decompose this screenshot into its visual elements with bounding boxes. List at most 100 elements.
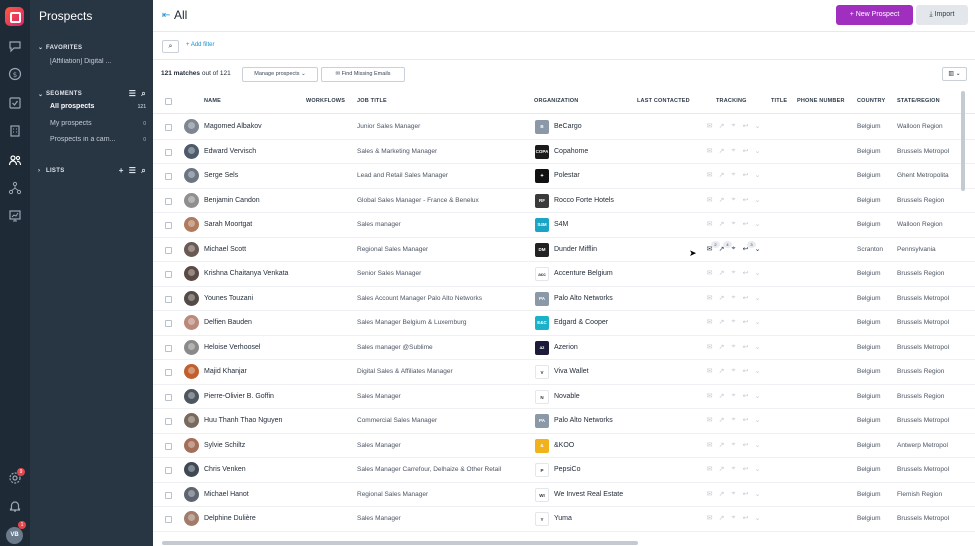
prospect-avatar[interactable] — [184, 364, 199, 379]
table-row[interactable]: Majid Khanjar Digital Sales & Affiliates… — [153, 360, 975, 385]
chevron-down-icon[interactable]: ⌄ — [753, 392, 762, 400]
user-avatar[interactable]: VB — [6, 527, 23, 544]
import-button[interactable]: ⤓ Import — [916, 5, 968, 25]
table-row[interactable]: Edward Vervisch Sales & Marketing Manage… — [153, 140, 975, 164]
chevron-down-icon[interactable]: ⌄ — [753, 196, 762, 204]
new-prospect-button[interactable]: + New Prospect — [836, 5, 913, 25]
people-icon[interactable] — [8, 153, 22, 167]
prospect-name[interactable]: Majid Khanjar — [204, 368, 247, 375]
organization-name[interactable]: Viva Wallet — [554, 368, 589, 375]
lists-section-header[interactable]: › LISTS + ☰ ⌕ — [38, 166, 146, 176]
organization-name[interactable]: Palo Alto Networks — [554, 417, 613, 424]
location-icon[interactable]: ⌖ — [729, 514, 738, 522]
organization-name[interactable]: Polestar — [554, 172, 580, 179]
row-checkbox[interactable] — [165, 222, 172, 229]
organization-name[interactable]: Palo Alto Networks — [554, 295, 613, 302]
link-clicked-icon[interactable]: ↗ — [717, 343, 726, 351]
link-clicked-icon[interactable]: ↗ — [717, 147, 726, 155]
row-checkbox[interactable] — [165, 491, 172, 499]
prospect-avatar[interactable] — [184, 168, 199, 183]
email-opened-icon[interactable]: ✉ — [705, 343, 714, 351]
location-icon[interactable]: ⌖ — [729, 220, 738, 228]
organization-name[interactable]: Novable — [554, 393, 580, 400]
checkbox-icon[interactable] — [8, 96, 22, 110]
table-row[interactable]: Heloise Verhoosel Sales manager @Sublime… — [153, 336, 975, 360]
reply-icon[interactable]: ↩ — [741, 220, 750, 228]
link-clicked-icon[interactable]: ↗ — [717, 465, 726, 473]
horizontal-scrollbar[interactable] — [162, 541, 638, 545]
link-clicked-icon[interactable]: ↗ — [717, 392, 726, 400]
reply-icon[interactable]: ↩ — [741, 318, 750, 326]
prospect-avatar[interactable] — [184, 119, 199, 134]
column-header-workflows[interactable]: WORKFLOWS — [306, 98, 345, 104]
email-opened-icon[interactable]: ✉ — [705, 220, 714, 228]
organization-name[interactable]: Copahome — [554, 148, 588, 155]
link-clicked-icon[interactable]: ↗ — [717, 294, 726, 302]
prospect-name[interactable]: Serge Sels — [204, 172, 238, 179]
prospect-name[interactable]: Edward Vervisch — [204, 148, 256, 155]
reply-icon[interactable]: ↩ — [741, 294, 750, 302]
segment-item-prospects-in-campaign[interactable]: Prospects in a cam... 0 — [50, 136, 146, 143]
link-clicked-icon[interactable]: ↗ — [717, 269, 726, 277]
reply-icon[interactable]: ↩ — [741, 416, 750, 424]
email-opened-icon[interactable]: ✉ — [705, 269, 714, 277]
prospect-name[interactable]: Pierre-Olivier B. Goffin — [204, 393, 274, 400]
link-clicked-icon[interactable]: ↗ — [717, 171, 726, 179]
column-settings-dropdown[interactable]: ▥ ⌄ — [942, 67, 967, 81]
segment-item-all-prospects[interactable]: All prospects 121 — [50, 103, 146, 110]
prospect-avatar[interactable] — [184, 241, 199, 257]
segment-item-my-prospects[interactable]: My prospects 0 — [50, 120, 146, 127]
chevron-down-icon[interactable]: ⌄ — [753, 318, 762, 326]
reply-icon[interactable]: ↩ — [741, 392, 750, 400]
link-clicked-icon[interactable]: ↗ — [717, 367, 726, 375]
row-checkbox[interactable] — [165, 246, 172, 254]
row-checkbox[interactable] — [165, 320, 172, 327]
chevron-down-icon[interactable]: ⌄ — [753, 416, 762, 424]
prospect-avatar[interactable] — [184, 437, 199, 453]
prospect-avatar[interactable] — [184, 192, 199, 208]
chevron-down-icon[interactable]: ⌄ — [753, 343, 762, 351]
location-icon[interactable]: ⌖ — [729, 171, 738, 179]
prospect-avatar[interactable] — [184, 511, 199, 526]
prospect-name[interactable]: Chris Venken — [204, 466, 246, 473]
search-button[interactable]: ⌕ — [162, 40, 179, 53]
prospect-name[interactable]: Magomed Albakov — [204, 123, 262, 130]
reply-icon[interactable]: ↩ — [741, 171, 750, 179]
chevron-down-icon[interactable]: ⌄ — [753, 441, 762, 449]
prospect-name[interactable]: Huu Thanh Thao Nguyen — [204, 417, 282, 424]
column-header-organization[interactable]: ORGANIZATION — [534, 98, 578, 104]
chevron-down-icon[interactable]: ⌄ — [753, 171, 762, 179]
email-opened-icon[interactable]: ✉ — [705, 147, 714, 155]
chart-icon[interactable] — [8, 209, 22, 223]
table-row[interactable]: Benjamin Candon Global Sales Manager - F… — [153, 189, 975, 213]
collapse-sidebar-icon[interactable]: ⇤ — [162, 10, 170, 21]
prospect-avatar[interactable] — [184, 217, 199, 232]
chevron-down-icon[interactable]: ⌄ — [753, 514, 762, 522]
organization-name[interactable]: Accenture Belgium — [554, 270, 613, 277]
row-checkbox[interactable] — [165, 295, 172, 303]
location-icon[interactable]: ⌖ — [729, 294, 738, 302]
location-icon[interactable]: ⌖ — [729, 147, 738, 155]
chevron-down-icon[interactable]: ⌄ — [753, 490, 762, 498]
chevron-down-icon[interactable]: ⌄ — [753, 269, 762, 277]
dollar-icon[interactable]: $ — [8, 67, 22, 81]
find-missing-emails-button[interactable]: ✉ Find Missing Emails — [321, 67, 405, 82]
organization-name[interactable]: Dunder Mifflin — [554, 246, 597, 253]
prospect-name[interactable]: Delphine Dulière — [204, 515, 256, 522]
location-icon[interactable]: ⌖ — [729, 196, 738, 204]
row-checkbox[interactable] — [165, 148, 172, 156]
prospect-avatar[interactable] — [184, 315, 199, 330]
table-row[interactable]: Sarah Moortgat Sales manager S4M S4M ✉ ↗… — [153, 213, 975, 238]
prospect-avatar[interactable] — [184, 462, 199, 477]
link-clicked-icon[interactable]: ↗ — [717, 220, 726, 228]
row-checkbox[interactable] — [165, 418, 172, 425]
filter-list-icon[interactable]: ☰ — [129, 166, 136, 176]
prospect-avatar[interactable] — [184, 290, 199, 306]
table-row[interactable]: Delfien Bauden Sales Manager Belgium & L… — [153, 311, 975, 336]
favorite-item[interactable]: [Affiliation] Digital ... — [50, 58, 146, 65]
email-opened-icon[interactable]: ✉ — [705, 318, 714, 326]
location-icon[interactable]: ⌖ — [729, 392, 738, 400]
reply-icon[interactable]: ↩ — [741, 196, 750, 204]
organization-name[interactable]: BeCargo — [554, 123, 582, 130]
reply-icon[interactable]: ↩ — [741, 514, 750, 522]
